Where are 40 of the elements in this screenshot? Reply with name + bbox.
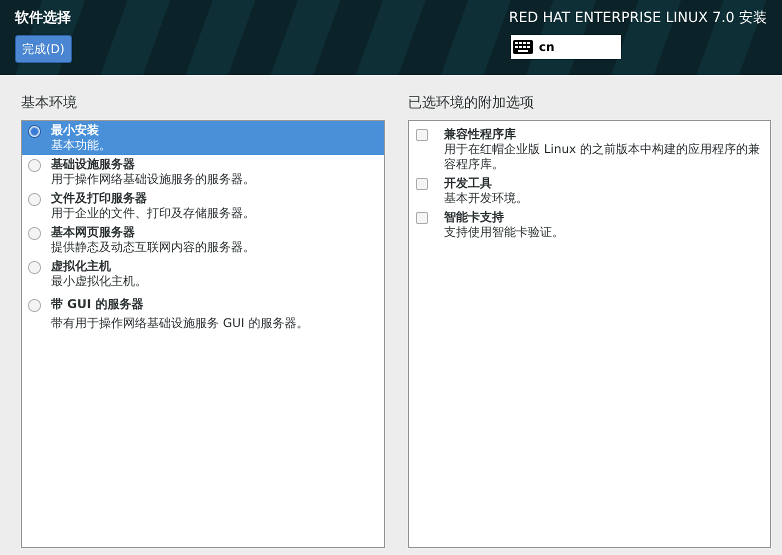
keyboard-layout-label: cn	[538, 39, 554, 56]
radio-button[interactable]	[28, 261, 41, 274]
checkbox[interactable]	[416, 178, 428, 190]
checkbox[interactable]	[416, 129, 428, 141]
addon-description: 支持使用智能卡验证。	[444, 225, 565, 240]
environment-option[interactable]: 基础设施服务器 用于操作网络基础设施服务的服务器。	[22, 155, 384, 189]
section-heading: 基本环境	[21, 94, 78, 113]
environment-option[interactable]: 文件及打印服务器 用于企业的文件、打印及存储服务器。	[22, 189, 384, 223]
environment-name: 文件及打印服务器	[51, 191, 148, 206]
environment-name: 基础设施服务器	[51, 157, 136, 172]
radio-button[interactable]	[28, 227, 41, 240]
radio-button[interactable]	[28, 193, 41, 206]
radio-button[interactable]	[28, 159, 41, 172]
environment-description: 提供静态及动态互联网内容的服务器。	[51, 240, 255, 255]
addon-name: 开发工具	[444, 176, 493, 191]
page-title: 软件选择	[15, 9, 71, 28]
addon-name: 兼容性程序库	[444, 127, 517, 142]
environment-name: 带 GUI 的服务器	[51, 297, 144, 312]
environment-name: 基本网页服务器	[51, 225, 136, 240]
environment-description: 用于企业的文件、打印及存储服务器。	[51, 206, 255, 221]
section-heading: 已选环境的附加选项	[408, 94, 535, 113]
environment-name: 虚拟化主机	[51, 259, 112, 274]
environment-description: 最小虚拟化主机。	[51, 274, 147, 289]
environment-description: 带有用于操作网络基础设施服务 GUI 的服务器。	[51, 316, 308, 331]
keyboard-layout-field[interactable]: cn	[510, 35, 621, 59]
environment-description: 用于操作网络基础设施服务的服务器。	[51, 172, 255, 187]
environment-option[interactable]: 虚拟化主机 最小虚拟化主机。	[22, 257, 384, 291]
radio-button[interactable]	[28, 125, 41, 138]
checkbox[interactable]	[416, 212, 428, 224]
environment-name: 最小安装	[51, 123, 100, 138]
environment-description: 基本功能。	[51, 138, 111, 153]
keyboard-icon	[512, 40, 533, 54]
environment-option[interactable]: 基本网页服务器 提供静态及动态互联网内容的服务器。	[22, 223, 384, 257]
addon-description: 用于在红帽企业版 Linux 的之前版本中构建的应用程序的兼容程序库。	[444, 142, 761, 172]
product-title: RED HAT ENTERPRISE LINUX 7.0 安装	[508, 9, 767, 28]
environment-option[interactable]: 带 GUI 的服务器 带有用于操作网络基础设施服务 GUI 的服务器。	[22, 291, 384, 333]
addon-description: 基本开发环境。	[444, 191, 529, 206]
addon-name: 智能卡支持	[444, 210, 505, 225]
radio-button[interactable]	[28, 299, 41, 312]
done-button[interactable]: 完成(D)	[15, 35, 72, 63]
